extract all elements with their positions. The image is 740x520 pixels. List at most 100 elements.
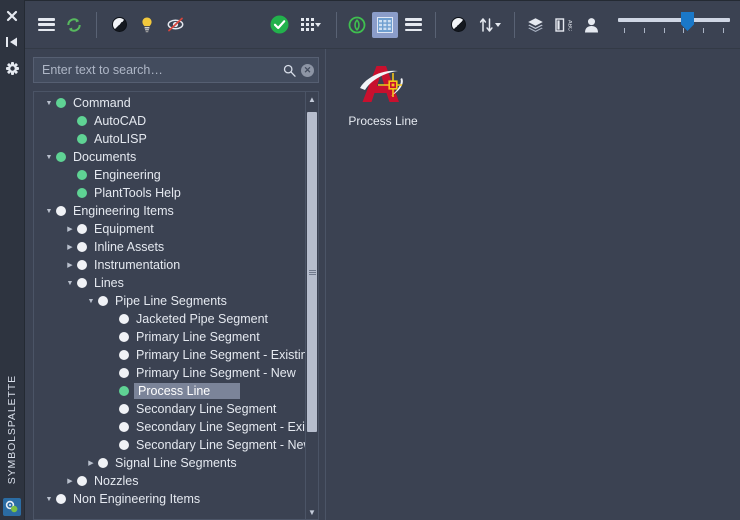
theme-button[interactable] (445, 12, 471, 38)
status-dot-green (77, 188, 87, 198)
tree-pane: Enter text to search… ✕ ▼ Command AutoCAD A… (25, 49, 325, 520)
scroll-up-arrow-icon[interactable]: ▲ (306, 92, 318, 106)
tree-node[interactable]: AutoCAD (34, 112, 305, 130)
status-dot-green (56, 98, 66, 108)
tips-button[interactable] (134, 12, 160, 38)
tree-node[interactable]: ▶ Nozzles (34, 472, 305, 490)
symbol-palette-window: SYMBOLSPALETTE ABC Enter text to search…… (0, 0, 740, 520)
search-input[interactable]: Enter text to search… (42, 63, 281, 77)
chevron-down-icon[interactable]: ▼ (42, 496, 56, 503)
toolbar-apply-group (266, 12, 328, 38)
scrollbar-track[interactable] (306, 106, 318, 505)
grid-view-button[interactable] (372, 11, 398, 38)
close-icon[interactable] (4, 8, 20, 24)
symbol-process-line[interactable]: Process Line (340, 61, 426, 128)
zoom-slider-track[interactable] (618, 18, 730, 22)
tree-node-label: AutoLISP (94, 132, 147, 146)
tree-node[interactable]: AutoLISP (34, 130, 305, 148)
status-dot-green (77, 170, 87, 180)
tree-node[interactable]: ▼ Pipe Line Segments (34, 292, 305, 310)
tree-node[interactable]: Jacketed Pipe Segment (34, 310, 305, 328)
svg-text:ABC: ABC (566, 19, 572, 30)
chevron-right-icon[interactable]: ▶ (63, 477, 77, 485)
toolbar-separator-1 (96, 11, 97, 38)
list-view-button[interactable] (400, 12, 426, 38)
tree-node[interactable]: Primary Line Segment (34, 328, 305, 346)
panel-body: Enter text to search… ✕ ▼ Command AutoCAD A… (25, 49, 740, 520)
status-dot-green (77, 134, 87, 144)
status-dot-white (119, 422, 129, 432)
hamburger-icon (37, 18, 55, 31)
tree-node[interactable]: Secondary Line Segment - New (34, 436, 305, 454)
chevron-right-icon[interactable]: ▶ (63, 261, 77, 269)
clear-search-icon[interactable]: ✕ (301, 63, 314, 77)
status-dot-white (56, 494, 66, 504)
chevron-down-icon[interactable]: ▼ (42, 100, 56, 107)
palette-title: SYMBOLSPALETTE (0, 375, 24, 484)
tree-node[interactable]: Primary Line Segment - Existing (34, 346, 305, 364)
tree-node[interactable]: ▶ Equipment (34, 220, 305, 238)
tree-node[interactable]: ▶ Inline Assets (34, 238, 305, 256)
tree-scrollbar[interactable]: ▲ ▼ (305, 92, 318, 519)
grid-options-button[interactable] (294, 12, 328, 38)
tree-node-label: AutoCAD (94, 114, 147, 128)
tree-node[interactable]: ▼ Non Engineering Items (34, 490, 305, 508)
tree-node[interactable]: Engineering (34, 166, 305, 184)
chevron-down-icon[interactable]: ▼ (42, 154, 56, 161)
dots-grid-icon (301, 18, 314, 31)
chevron-down-icon[interactable]: ▼ (63, 280, 77, 287)
tree-node-label: Documents (73, 150, 137, 164)
tree-node[interactable]: ▼ Documents (34, 148, 305, 166)
no-preview-icon (167, 17, 183, 32)
tree-node-label: Command (73, 96, 131, 110)
hide-preview-button[interactable] (162, 12, 188, 38)
menu-button[interactable] (33, 12, 59, 38)
text-label-button[interactable]: ABC (550, 12, 576, 38)
tree-node[interactable]: ▼ Command (34, 94, 305, 112)
tree-node-label: Nozzles (94, 474, 139, 488)
layers-button[interactable] (522, 12, 548, 38)
tree-node[interactable]: Primary Line Segment - New (34, 364, 305, 382)
toolbar-left-group (33, 11, 188, 38)
contrast-button[interactable] (106, 12, 132, 38)
zoom-slider[interactable] (618, 10, 730, 40)
tree-node-label: Signal Line Segments (115, 456, 237, 470)
tree-node-label: Jacketed Pipe Segment (136, 312, 269, 326)
settings-gear-icon[interactable] (4, 60, 20, 76)
tree-node[interactable]: Secondary Line Segment (34, 400, 305, 418)
tree-node[interactable]: ▶ Instrumentation (34, 256, 305, 274)
scroll-down-arrow-icon[interactable]: ▼ (306, 505, 318, 519)
sort-button[interactable] (473, 12, 507, 38)
status-dot-green (77, 116, 87, 126)
tree-node[interactable]: PlantTools Help (34, 184, 305, 202)
user-button[interactable] (578, 12, 604, 38)
chevron-right-icon[interactable]: ▶ (63, 243, 77, 251)
tree-node[interactable]: ▼ Lines (34, 274, 305, 292)
tree-node[interactable]: ▶ Signal Line Segments (34, 454, 305, 472)
tree-node-label: Secondary Line Segment - Exist… (136, 420, 305, 434)
scrollbar-thumb[interactable] (307, 112, 317, 432)
plant-tools-icon[interactable] (3, 498, 21, 516)
shape-button[interactable] (344, 12, 370, 38)
tree-list: ▼ Command AutoCAD AutoLISP ▼ Documents Enginee… (34, 92, 305, 519)
apply-button[interactable] (266, 12, 292, 38)
chevron-down-icon[interactable]: ▼ (84, 298, 98, 305)
tree-node[interactable]: Process Line (34, 382, 305, 400)
chevron-right-icon[interactable]: ▶ (84, 459, 98, 467)
chevron-down-icon (315, 22, 321, 27)
left-rail: SYMBOLSPALETTE (0, 0, 24, 520)
tree-node-label: Primary Line Segment - Existing (136, 348, 305, 362)
search-field[interactable]: Enter text to search… ✕ (33, 57, 319, 83)
magnifier-icon[interactable] (283, 64, 296, 77)
palette-title-text: SYMBOLSPALETTE (6, 374, 18, 484)
chevron-down-icon[interactable]: ▼ (42, 208, 56, 215)
tree-node[interactable]: ▼ Engineering Items (34, 202, 305, 220)
chevron-right-icon[interactable]: ▶ (63, 225, 77, 233)
symbol-caption: Process Line (348, 114, 418, 128)
person-icon (584, 17, 598, 32)
refresh-button[interactable] (61, 12, 87, 38)
tree-node[interactable]: Secondary Line Segment - Exist… (34, 418, 305, 436)
autocad-a-symbol-icon (355, 61, 411, 109)
list-view-icon (404, 18, 422, 31)
collapse-panel-icon[interactable] (4, 34, 20, 50)
